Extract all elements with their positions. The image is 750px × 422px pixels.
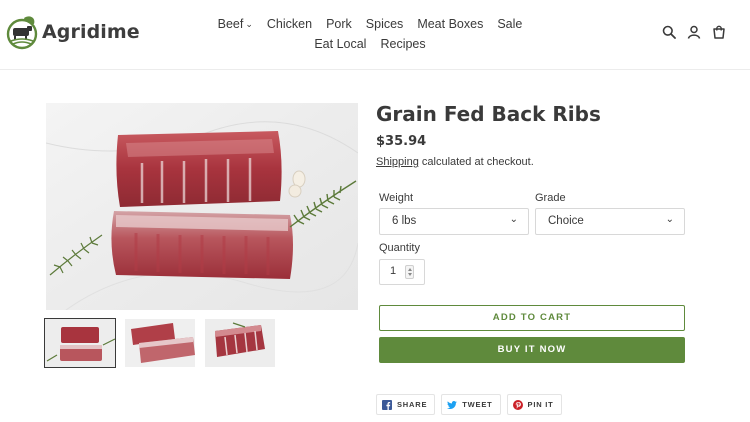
- share-pinterest-button[interactable]: PIN IT: [506, 394, 562, 415]
- pinterest-icon: [512, 399, 523, 410]
- stepper-arrows-icon[interactable]: [405, 265, 414, 279]
- share-facebook-label: SHARE: [397, 400, 428, 409]
- quantity-value: 1: [390, 265, 397, 277]
- shipping-link[interactable]: Shipping: [376, 156, 419, 168]
- chevron-down-icon: ⌄: [665, 214, 674, 225]
- nav-eat-local[interactable]: Eat Local: [314, 37, 366, 51]
- product-thumbnails: [44, 318, 276, 368]
- nav-beef[interactable]: Beef ⌄: [218, 17, 253, 31]
- thumbnail-2-image: [125, 319, 195, 367]
- product-price: $35.94: [376, 134, 427, 149]
- search-icon[interactable]: [662, 25, 676, 39]
- cart-icon[interactable]: [712, 25, 726, 39]
- shipping-note: Shipping calculated at checkout.: [376, 156, 534, 168]
- logo-icon: [6, 16, 38, 50]
- product-title: Grain Fed Back Ribs: [376, 102, 601, 126]
- brand-logo[interactable]: Agridime: [6, 14, 140, 50]
- thumbnail-3-image: [205, 319, 275, 367]
- nav-pork[interactable]: Pork: [326, 17, 352, 31]
- add-to-cart-button[interactable]: ADD TO CART: [379, 305, 685, 331]
- chevron-down-icon: ⌄: [245, 19, 253, 29]
- ribs-photo: [46, 103, 358, 310]
- nav-chicken[interactable]: Chicken: [267, 17, 312, 31]
- share-facebook-button[interactable]: SHARE: [376, 394, 436, 415]
- quantity-stepper[interactable]: 1: [379, 259, 425, 285]
- social-share: SHARE TWEET PIN IT: [376, 394, 562, 415]
- share-twitter-label: TWEET: [462, 400, 493, 409]
- header-icons: [662, 25, 726, 39]
- facebook-icon: [382, 399, 392, 410]
- nav-meat-boxes[interactable]: Meat Boxes: [417, 17, 483, 31]
- weight-select-value: 6 lbs: [392, 215, 417, 227]
- chevron-down-icon: ⌄: [509, 214, 518, 225]
- grade-select[interactable]: Choice ⌄: [535, 208, 685, 235]
- brand-name: Agridime: [42, 21, 140, 43]
- nav-spices[interactable]: Spices: [366, 17, 404, 31]
- thumbnail-3[interactable]: [204, 318, 276, 368]
- nav-beef-label: Beef: [217, 17, 244, 31]
- share-pinterest-label: PIN IT: [527, 400, 554, 409]
- grade-select-value: Choice: [548, 215, 584, 227]
- nav-recipes[interactable]: Recipes: [380, 37, 425, 51]
- weight-select[interactable]: 6 lbs ⌄: [379, 208, 529, 235]
- grade-label: Grade: [535, 192, 566, 204]
- twitter-icon: [447, 400, 458, 409]
- product-main-image[interactable]: [46, 103, 358, 310]
- nav-sale[interactable]: Sale: [497, 17, 522, 31]
- quantity-label: Quantity: [379, 242, 420, 254]
- thumbnail-1-image: [45, 319, 115, 367]
- site-header: Agridime Beef ⌄ Chicken Pork Spices Meat …: [0, 0, 750, 70]
- thumbnail-2[interactable]: [124, 318, 196, 368]
- share-twitter-button[interactable]: TWEET: [441, 394, 501, 415]
- weight-label: Weight: [379, 192, 414, 204]
- shipping-note-text: calculated at checkout.: [418, 156, 534, 168]
- account-icon[interactable]: [687, 25, 701, 39]
- buy-it-now-button[interactable]: BUY IT NOW: [379, 337, 685, 363]
- thumbnail-1[interactable]: [44, 318, 116, 368]
- main-nav: Beef ⌄ Chicken Pork Spices Meat Boxes Sal…: [200, 14, 540, 54]
